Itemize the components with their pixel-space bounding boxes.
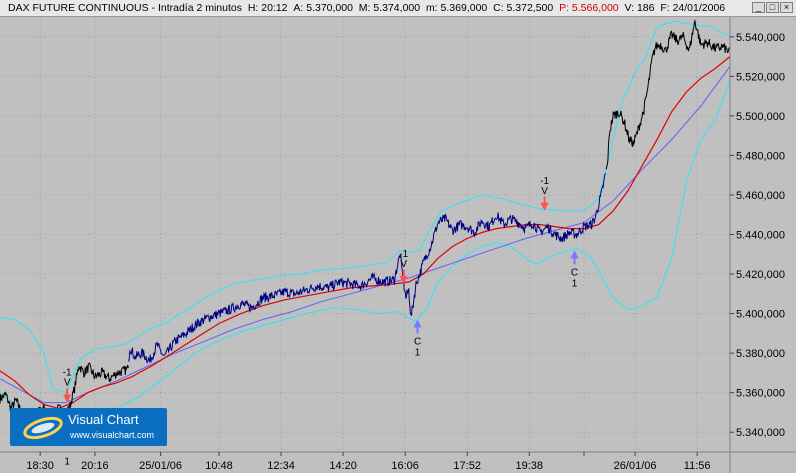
- x-tick-label: 14:20: [329, 460, 357, 472]
- minimize-button[interactable]: _: [752, 2, 765, 13]
- chart-window: DAX FUTURE CONTINUOUS - Intradía 2 minut…: [0, 0, 796, 473]
- y-tick-label: 5.520,000: [736, 71, 785, 83]
- p-value: 5.566,000: [571, 2, 619, 14]
- signal-quantity: -1: [540, 176, 549, 187]
- price-chart[interactable]: V-11V-1C1V-1C1 5.340,0005.360,0005.380,0…: [0, 17, 796, 473]
- y-tick-label: 5.480,000: [736, 150, 785, 162]
- y-tick-label: 5.400,000: [736, 309, 785, 321]
- v-value: 186: [636, 2, 655, 14]
- signal-letter: V: [541, 186, 548, 197]
- x-tick-label: 11:56: [684, 460, 711, 472]
- a-label: A:: [293, 2, 304, 14]
- x-tick-label: 12:34: [267, 460, 295, 472]
- signal-letter: C: [414, 337, 421, 348]
- y-axis: 5.340,000 5.360,000 5.380,000 5.400,000 5.42…: [730, 32, 785, 439]
- x-tick-label: 17:52: [453, 460, 481, 472]
- signal-quantity: 1: [64, 456, 70, 467]
- y-tick-label: 5.360,000: [736, 388, 785, 400]
- title-bar[interactable]: DAX FUTURE CONTINUOUS - Intradía 2 minut…: [0, 0, 796, 17]
- x-axis: 18:30 20:16 25/01/06 10:48 12:34 14:20 16:06 17…: [26, 452, 711, 472]
- y-tick-label: 5.380,000: [736, 348, 785, 360]
- min-label: m:: [425, 2, 438, 14]
- signal-letter: V: [400, 259, 407, 270]
- signal-quantity: -1: [399, 249, 408, 260]
- signal-quantity: 1: [572, 278, 578, 289]
- c-value: 5.372,500: [506, 2, 554, 14]
- h-label: H:: [247, 2, 259, 14]
- title-text: DAX FUTURE CONTINUOUS - Intradía 2 minut…: [8, 2, 726, 14]
- maximize-button[interactable]: □: [766, 2, 779, 13]
- f-label: F:: [660, 2, 670, 14]
- interval-label: Intradía 2 minutos: [157, 2, 242, 14]
- h-value: 20:12: [261, 2, 288, 14]
- y-tick-label: 5.340,000: [736, 427, 785, 439]
- f-value: 24/01/2006: [672, 2, 726, 14]
- x-tick-label: 19:38: [515, 460, 543, 472]
- x-tick-label: 26/01/06: [614, 460, 657, 472]
- x-tick-label: 20:16: [81, 460, 109, 472]
- signal-letter: V: [64, 378, 71, 389]
- y-tick-label: 5.440,000: [736, 230, 785, 242]
- x-tick-label: 18:30: [26, 460, 54, 472]
- c-label: C:: [493, 2, 504, 14]
- v-label: V:: [624, 2, 635, 14]
- x-tick-label: 10:48: [205, 460, 233, 472]
- y-tick-label: 5.460,000: [736, 190, 785, 202]
- visual-chart-logo: Visual Chart www.visualchart.com: [10, 408, 167, 446]
- x-tick-label: 16:06: [391, 460, 419, 472]
- y-tick-label: 5.540,000: [736, 32, 785, 44]
- close-button[interactable]: ×: [780, 2, 793, 13]
- m-label: M:: [358, 2, 371, 14]
- min-value: 5.369,000: [440, 2, 488, 14]
- logo-title: Visual Chart: [68, 412, 139, 427]
- x-tick-label: 25/01/06: [139, 460, 182, 472]
- m-value: 5.374,000: [373, 2, 421, 14]
- signal-quantity: 1: [415, 348, 421, 359]
- y-tick-label: 5.420,000: [736, 269, 785, 281]
- instrument-name: DAX FUTURE CONTINUOUS: [8, 2, 149, 14]
- y-tick-label: 5.500,000: [736, 111, 785, 123]
- logo-url: www.visualchart.com: [70, 430, 155, 440]
- p-label: P:: [559, 2, 569, 14]
- swirl-logo-icon: [23, 416, 63, 440]
- signal-letter: C: [571, 267, 578, 278]
- a-value: 5.370,000: [306, 2, 353, 14]
- signal-quantity: -1: [63, 368, 72, 379]
